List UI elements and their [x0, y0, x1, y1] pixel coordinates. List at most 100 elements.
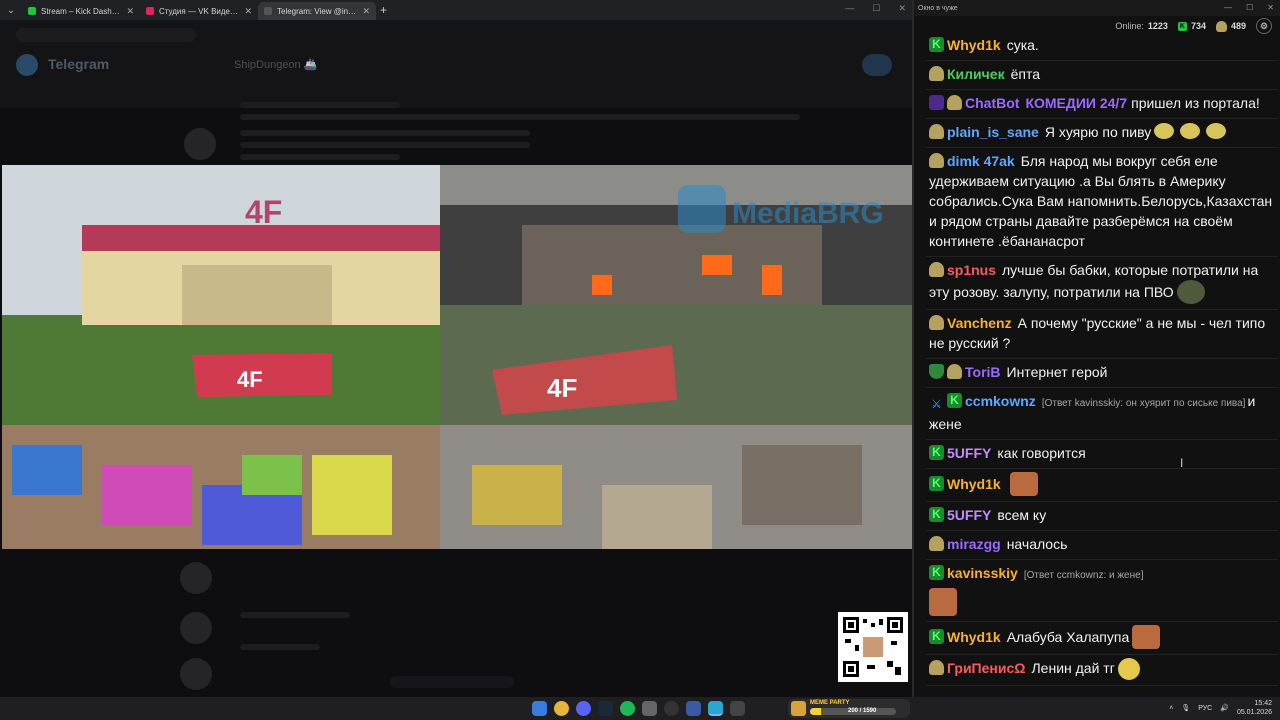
sub-icon — [1215, 20, 1227, 32]
close-window-icon[interactable]: ✕ — [1267, 3, 1274, 12]
clock-date: 05.01.2026 — [1236, 709, 1272, 716]
chat-message: dimk 47ak Бля народ мы вокруг себя еле уд… — [926, 148, 1278, 257]
sub-badge-icon — [947, 95, 962, 110]
tab-search-icon[interactable]: ⌄ — [0, 0, 22, 20]
language-indicator[interactable]: РУС — [1198, 705, 1212, 712]
meme-party-icon — [791, 701, 806, 716]
video-player-icon[interactable] — [686, 701, 701, 716]
chat-username[interactable]: sp1nus — [947, 262, 996, 278]
minimize-icon[interactable]: — — [1224, 3, 1232, 12]
chat-message: ChatBot КОМЕДИИ 24/7 пришел из портала! — [926, 90, 1278, 119]
maximize-icon[interactable]: ☐ — [872, 3, 880, 14]
watermark-text: MediaBRG — [732, 197, 884, 230]
steam-icon[interactable] — [598, 701, 613, 716]
window-controls: — ☐ ✕ — [1224, 3, 1274, 12]
chat-username[interactable]: plain_is_sane — [947, 124, 1039, 140]
tab-telegram[interactable]: Telegram: View @insect_life ✕ — [258, 2, 376, 20]
tab-kick-dashboard[interactable]: Stream – Kick Dashboard ✕ — [22, 2, 140, 20]
chevron-up-icon[interactable]: ˄ — [1169, 705, 1173, 712]
chat-username[interactable]: mirazgg — [947, 536, 1001, 552]
chat-username[interactable]: 5UFFY — [947, 507, 991, 523]
chat-username[interactable]: ChatBot — [965, 95, 1019, 111]
spotify-icon[interactable] — [620, 701, 635, 716]
face-emote-icon[interactable] — [929, 588, 957, 616]
chat-username[interactable]: kavinsskiy — [947, 565, 1018, 581]
meme-party-title: MEME PARTY — [810, 700, 850, 706]
sub-badge-icon — [929, 536, 944, 551]
windows-start-icon[interactable] — [532, 701, 547, 716]
open-telegram-button[interactable] — [862, 54, 892, 76]
kick-icon: K — [1177, 21, 1187, 31]
food-emote-icon[interactable] — [1180, 123, 1201, 139]
chrome-icon[interactable] — [554, 701, 569, 716]
building-sign-left: 4F — [245, 194, 282, 230]
chat-username[interactable]: ToriB — [965, 364, 1001, 380]
chat-message-text: Алабуба Халапупа — [1006, 629, 1130, 645]
new-tab-icon[interactable]: + — [380, 3, 387, 17]
chat-username[interactable]: dimk 47ak — [947, 153, 1015, 169]
maximize-icon[interactable]: ☐ — [1246, 3, 1253, 12]
app-icon[interactable] — [642, 701, 657, 716]
app-icon[interactable] — [730, 701, 745, 716]
kick-badge-icon — [947, 393, 962, 408]
close-icon[interactable]: ✕ — [244, 6, 252, 17]
chat-message-text: как говорится — [997, 445, 1086, 461]
chat-username[interactable]: ccmkownz — [965, 393, 1036, 409]
reply-reference[interactable]: [Ответ ccmkownz: и жене] — [1024, 570, 1144, 581]
tab-strip: ⌄ Stream – Kick Dashboard ✕ Студия — VK … — [0, 0, 912, 20]
house — [472, 465, 562, 525]
fire — [762, 265, 782, 295]
volume-icon[interactable]: 🔊 — [1220, 704, 1229, 712]
chat-username[interactable]: Whyd1k — [947, 629, 1001, 645]
tab-label: Студия — VK Видео Live — [159, 6, 240, 16]
chat-message-text: ёпта — [1010, 66, 1040, 82]
ghost-line — [240, 114, 800, 120]
kick-count: 734 — [1190, 21, 1206, 31]
chat-username[interactable]: Whyd1k — [947, 476, 1001, 492]
close-icon[interactable]: ✕ — [126, 6, 134, 17]
close-window-icon[interactable]: ✕ — [898, 3, 906, 14]
food-emote-icon[interactable] — [1206, 123, 1227, 139]
frog-emote-icon[interactable] — [1176, 280, 1205, 304]
ghost-line — [240, 644, 320, 650]
sub-badge-icon — [929, 262, 944, 277]
face-emote-icon[interactable] — [1132, 625, 1161, 649]
laugh-emote-icon[interactable] — [1117, 658, 1140, 680]
chat-username[interactable]: Whyd1k — [947, 37, 1001, 53]
chat-username[interactable]: Vanchenz — [947, 315, 1012, 331]
chat-username[interactable]: Киличек — [947, 66, 1005, 82]
chat-username[interactable]: 5UFFY — [947, 445, 991, 461]
microphone-icon[interactable]: 🎙 — [1181, 704, 1190, 712]
kick-badge-icon — [929, 37, 944, 52]
minimize-icon[interactable]: — — [845, 3, 854, 14]
telegram-title: Telegram — [48, 56, 110, 72]
reply-reference[interactable]: [Ответ kavinsskiy: он хуярит по сиське п… — [1042, 398, 1246, 409]
house — [742, 445, 862, 525]
shield-badge-icon — [929, 364, 944, 379]
chat-message: kavinsskiy [Ответ ccmkownz: и жене] — [926, 560, 1278, 622]
view-in-channel-button[interactable] — [390, 676, 514, 688]
qr-code[interactable] — [838, 612, 908, 682]
flower-sign-right: 4F — [547, 373, 577, 403]
tab-vk-studio[interactable]: Студия — VK Видео Live ✕ — [140, 2, 258, 20]
taskbar: ˄ 🎙 РУС 🔊 15:42 05.01.2026 — [0, 697, 1280, 720]
face-emote-icon[interactable] — [1009, 472, 1038, 496]
chat-message: Whyd1k — [926, 469, 1278, 502]
chat-message: 5UFFY всем ку — [926, 502, 1278, 531]
close-icon[interactable]: ✕ — [362, 6, 370, 17]
food-emote-icon[interactable] — [1154, 123, 1175, 139]
discord-icon[interactable] — [576, 701, 591, 716]
telegram-icon[interactable] — [708, 701, 723, 716]
chat-message-list[interactable]: Whyd1k сука.Киличек ёпта ChatBot КОМЕДИИ 24/… — [926, 32, 1278, 692]
chat-message-highlight: КОМЕДИИ 24/7 — [1025, 95, 1128, 111]
chat-titlebar: Окно в чуже — ☐ ✕ — [914, 0, 1280, 16]
fire — [702, 255, 732, 275]
house — [602, 485, 712, 549]
clock[interactable]: 15:42 05.01.2026 — [1237, 699, 1272, 717]
meme-progress-fill — [810, 708, 821, 715]
house — [102, 465, 192, 525]
obs-icon[interactable] — [664, 701, 679, 716]
address-bar[interactable] — [16, 28, 196, 42]
chat-username[interactable]: ГриПенисΩ — [947, 660, 1025, 676]
chat-message: ToriB Интернет герой — [926, 359, 1278, 388]
